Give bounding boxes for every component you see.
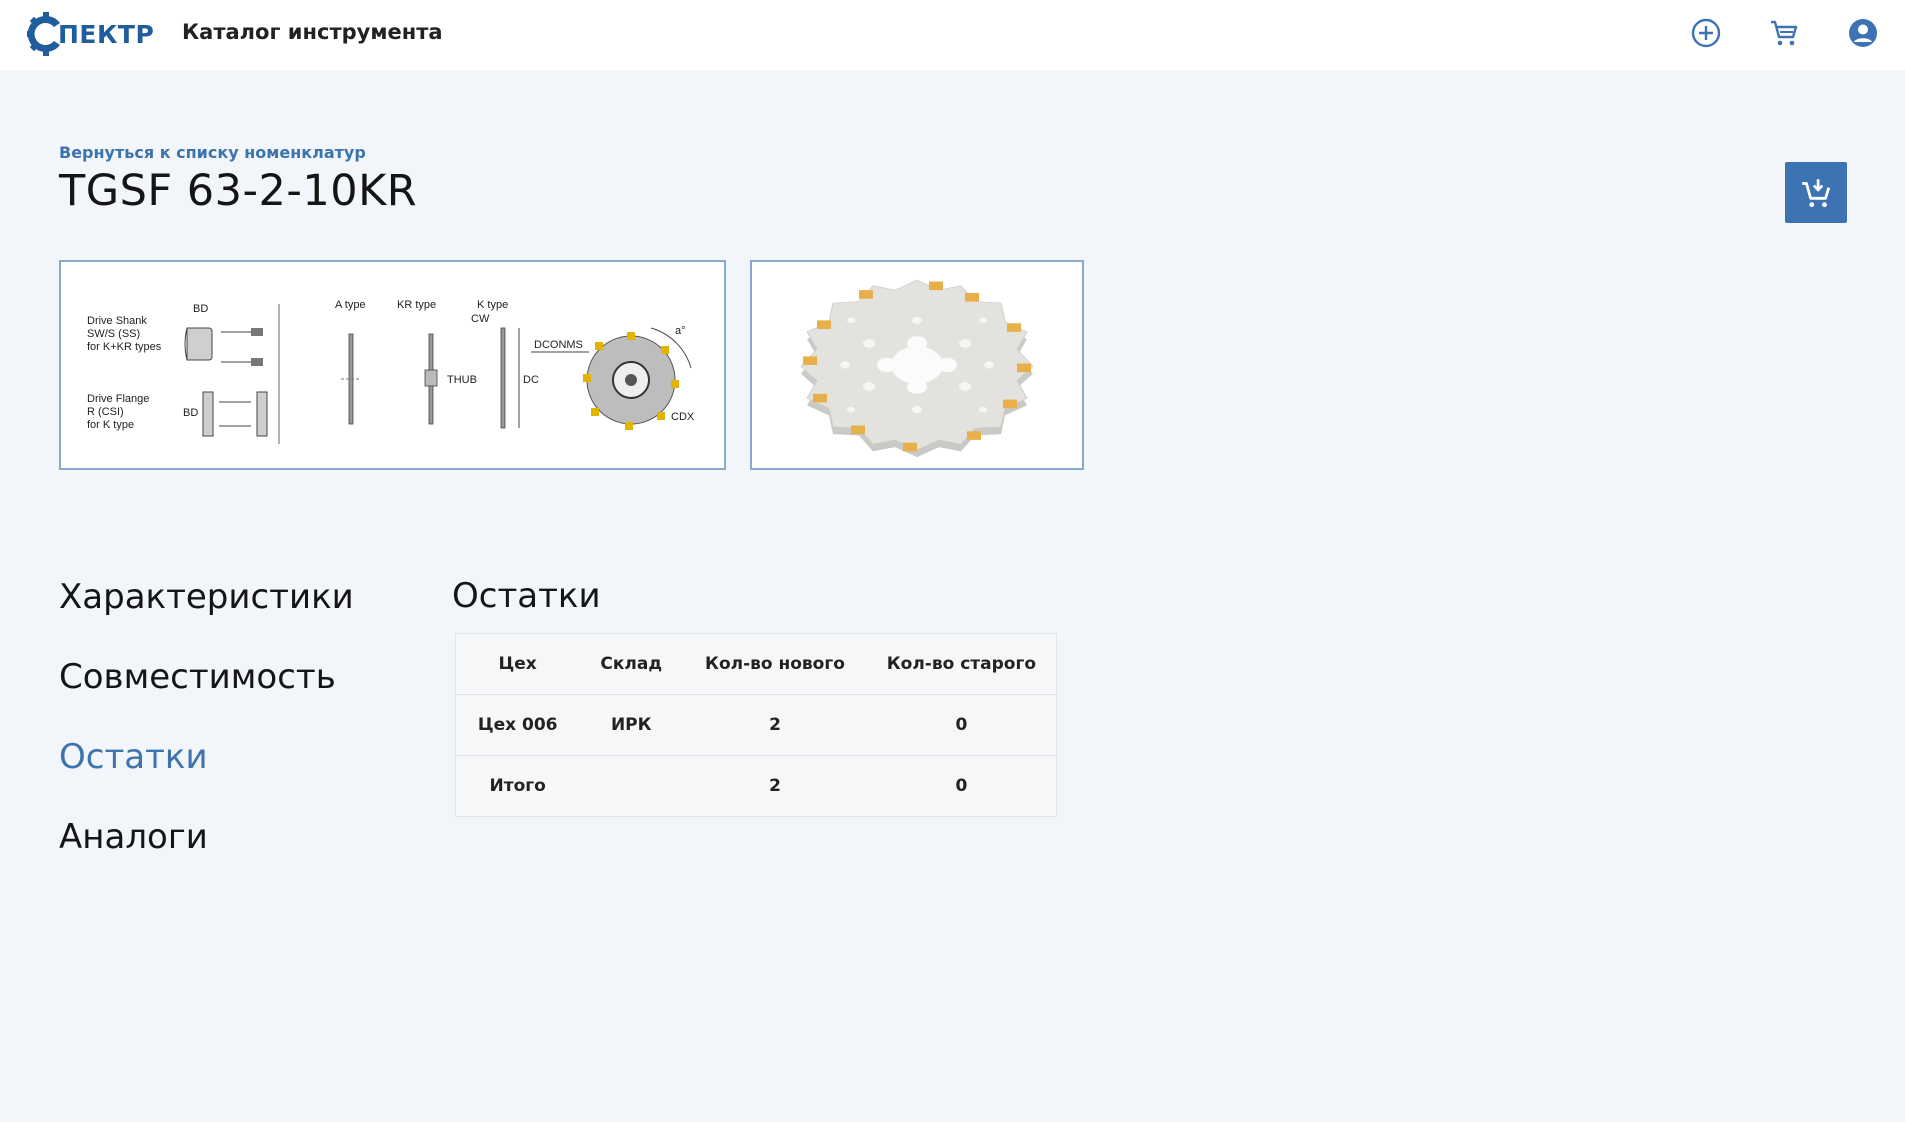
nav-characteristics[interactable]: Характеристики [59, 577, 354, 617]
drive-shank-label-1: Drive Shank [87, 315, 147, 327]
add-to-cart-button[interactable] [1785, 162, 1847, 223]
technical-drawing: Drive Shank SW/S (SS) for K+KR types Dri… [87, 299, 695, 444]
cell-total-label: Итого [489, 776, 546, 796]
logo-text: ПЕКТР [58, 19, 155, 49]
cell-total-qty-old: 0 [955, 776, 968, 796]
dconms-label: DCONMS [534, 339, 583, 351]
cart-icon[interactable] [1767, 16, 1801, 50]
column-header-workshop[interactable]: Цех [455, 633, 580, 695]
stock-table: Цех Склад Кол-во нового Кол-во старого Ц… [455, 633, 1057, 817]
technical-drawing-image[interactable]: Drive Shank SW/S (SS) for K+KR types Dri… [59, 260, 726, 470]
cdx-label: CDX [671, 411, 695, 423]
column-header-qty-new[interactable]: Кол-во нового [683, 633, 867, 695]
table-row[interactable]: Цех 006 ИРК 2 0 [455, 694, 1057, 756]
cw-label: CW [471, 313, 490, 325]
thub-label: THUB [447, 374, 477, 386]
bd-bottom-label: BD [183, 407, 198, 419]
cell-total-warehouse [579, 756, 683, 817]
cell-qty-old: 0 [866, 694, 1057, 756]
dc-label: DC [523, 374, 539, 386]
section-title: Остатки [452, 576, 601, 616]
cell-qty-new: 2 [683, 694, 867, 756]
cell-warehouse: ИРК [579, 694, 684, 756]
table-total-row: Итого 2 0 [456, 756, 1057, 817]
drive-flange-label-2: R (CSI) [87, 406, 124, 418]
top-bar: ПЕКТР Каталог инструмента [0, 0, 1905, 70]
bd-top-label: BD [193, 303, 208, 315]
drive-flange-label-1: Drive Flange [87, 393, 149, 405]
drive-shank-label-3: for K+KR types [87, 341, 162, 353]
logo[interactable]: ПЕКТР [26, 12, 154, 56]
account-icon[interactable] [1846, 16, 1880, 50]
app-title: Каталог инструмента [182, 20, 443, 44]
cutter-photo-icon [800, 279, 1034, 458]
cart-add-icon [1802, 178, 1831, 207]
nav-analogs[interactable]: Аналоги [59, 817, 208, 857]
drive-shank-label-2: SW/S (SS) [87, 328, 140, 340]
page-title: TGSF 63-2-10KR [59, 166, 418, 216]
cell-workshop: Цех 006 [455, 694, 580, 756]
k-type-label: K type [477, 299, 508, 311]
angle-label: a° [675, 325, 686, 337]
table-header-row: Цех Склад Кол-во нового Кол-во старого [455, 633, 1057, 695]
kr-type-label: KR type [397, 299, 436, 311]
a-type-label: A type [335, 299, 366, 311]
nav-compatibility[interactable]: Совместимость [59, 657, 336, 697]
nav-stock[interactable]: Остатки [59, 737, 208, 777]
product-photo[interactable] [750, 260, 1084, 470]
add-circle-icon[interactable] [1689, 16, 1723, 50]
back-to-list-link[interactable]: Вернуться к списку номенклатур [59, 143, 366, 162]
cell-total-qty-new: 2 [769, 776, 781, 796]
drive-flange-label-3: for K type [87, 419, 134, 431]
column-header-warehouse[interactable]: Склад [579, 633, 684, 695]
column-header-qty-old[interactable]: Кол-во старого [866, 633, 1057, 695]
